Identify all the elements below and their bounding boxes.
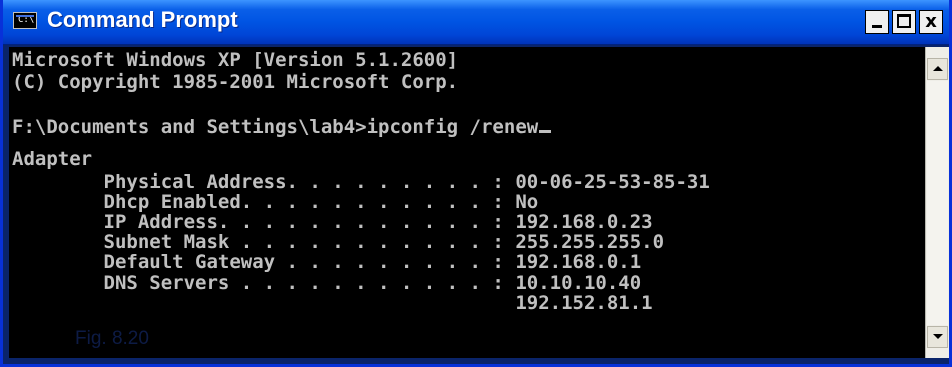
maximize-icon [897,14,911,28]
console-line-adapter: Adapter [12,148,93,170]
console-icon[interactable]: C:\ [13,12,37,29]
command-prompt-window: C:\ Command Prompt x Microsoft Windows X… [0,0,952,367]
console-line-copyright: (C) Copyright 1985-2001 Microsoft Corp. [12,71,459,93]
title-bar[interactable]: C:\ Command Prompt x [3,0,949,45]
close-button[interactable]: x [919,10,943,34]
console-line-dns-secondary: 192.152.81.1 [12,292,653,314]
minimize-icon [872,25,882,28]
console-line-dns-servers: DNS Servers . . . . . . . . . . . : 10.1… [12,272,642,294]
console-icon-label: C:\ [18,15,35,25]
console-output[interactable]: Microsoft Windows XP [Version 5.1.2600] … [9,47,925,358]
console-line-command: F:\Documents and Settings\lab4>ipconfig … [12,116,552,138]
console-line-ip-address: IP Address. . . . . . . . . . . . : 192.… [12,211,653,233]
console-line-physical-address: Physical Address. . . . . . . . . : 00-0… [12,171,710,193]
figure-caption: Fig. 8.20 [75,328,149,349]
maximize-button[interactable] [892,10,916,34]
arrow-down-icon [933,334,943,339]
scroll-up-button[interactable] [927,58,948,80]
arrow-up-icon [933,66,943,71]
console-line-version: Microsoft Windows XP [Version 5.1.2600] [12,49,459,71]
vertical-scrollbar[interactable] [925,47,949,358]
console-line-default-gateway: Default Gateway . . . . . . . . . : 192.… [12,251,642,273]
scroll-track[interactable] [927,81,948,325]
console-line-subnet-mask: Subnet Mask . . . . . . . . . . . : 255.… [12,231,665,253]
console-line-dhcp: Dhcp Enabled. . . . . . . . . . . : No [12,191,539,213]
text-cursor [539,130,552,133]
close-icon: x [925,11,937,32]
minimize-button[interactable] [865,10,889,34]
command-text: F:\Documents and Settings\lab4>ipconfig … [12,116,539,138]
window-title: Command Prompt [47,7,238,32]
scroll-down-button[interactable] [927,326,948,348]
